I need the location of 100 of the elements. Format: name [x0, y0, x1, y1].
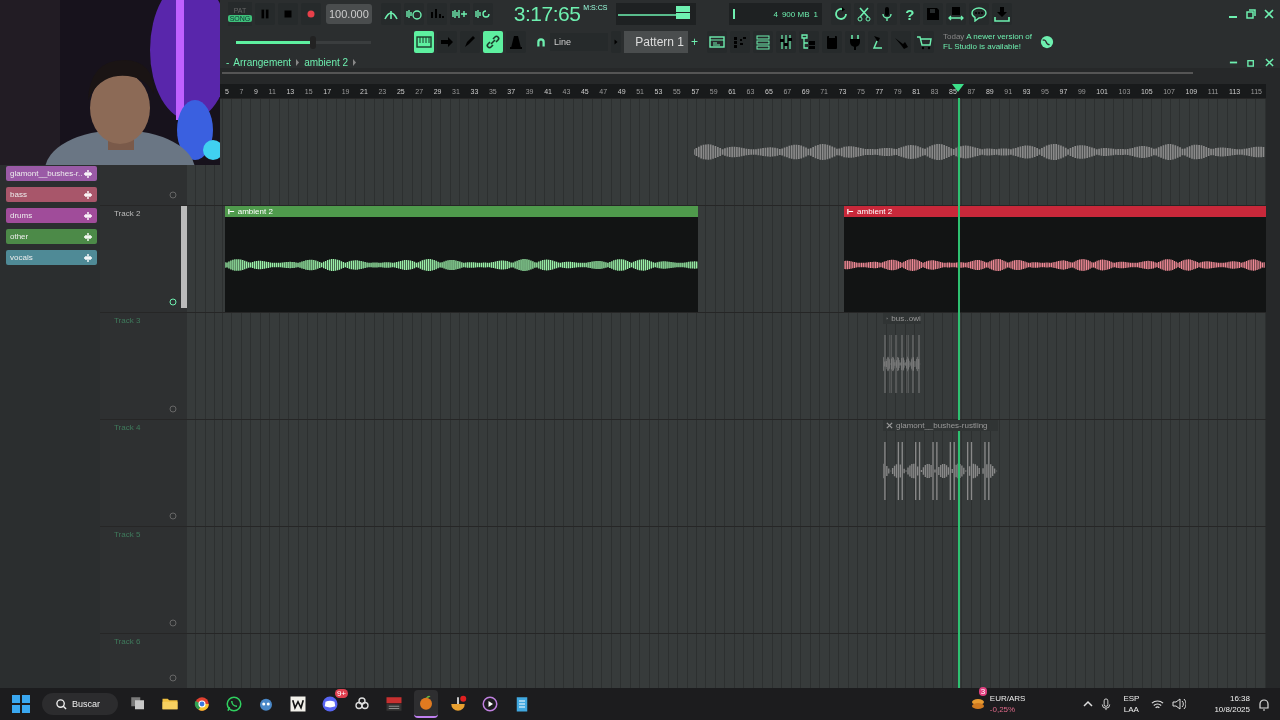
clip-waveform	[882, 334, 921, 394]
download-button[interactable]	[991, 3, 1012, 25]
window-dash: -	[226, 56, 230, 68]
news-message[interactable]: Today A newer version of FL Studio is available!	[943, 32, 1033, 52]
plug-button[interactable]	[845, 31, 865, 53]
track-button-icon[interactable]	[169, 405, 177, 413]
folder-tree-button[interactable]	[799, 31, 819, 53]
list-button[interactable]	[753, 31, 773, 53]
cart-button[interactable]	[914, 31, 934, 53]
song-time: 3:17:65	[513, 2, 581, 26]
download-icon	[993, 6, 1010, 22]
search-field[interactable]: Buscar	[42, 693, 118, 715]
keyboard-button[interactable]	[414, 31, 434, 53]
clock-time[interactable]: 16:38	[1229, 693, 1250, 704]
window-button[interactable]	[707, 31, 727, 53]
coins-icon[interactable]	[970, 696, 987, 712]
track-button-icon[interactable]	[169, 674, 177, 682]
magnet-icon	[535, 36, 547, 48]
chat-bubble-icon[interactable]	[225, 695, 243, 713]
waveform-plus-button[interactable]	[449, 3, 470, 25]
plug-icon	[847, 34, 863, 50]
language-indicator[interactable]: LAA	[1123, 704, 1139, 715]
mixer-panel-icon[interactable]	[385, 695, 403, 713]
link-icon	[485, 34, 501, 50]
mixer-icon	[778, 34, 794, 50]
track-lane[interactable]: ambient 2 ambient 2	[187, 205, 1266, 312]
close-icon[interactable]	[1265, 57, 1274, 67]
tempo-display[interactable]: 100.000	[326, 4, 372, 24]
microphone-button[interactable]	[876, 3, 897, 25]
track-name[interactable]: Track 2	[114, 209, 141, 218]
bowl-icon[interactable]	[449, 695, 467, 713]
clip-source-item[interactable]: vocals	[6, 250, 97, 265]
clip-menu-icon	[847, 208, 855, 215]
clip-header[interactable]: ambient 2	[844, 206, 1266, 217]
taskbar-app[interactable]	[414, 690, 438, 718]
restore-icon[interactable]	[1246, 9, 1256, 19]
chat-button[interactable]	[968, 3, 989, 25]
clip-label[interactable]: glamont__bushes-rustling	[882, 420, 999, 431]
record-button[interactable]	[301, 3, 321, 25]
restore-icon[interactable]	[1247, 57, 1256, 67]
track-lane[interactable]: glamont__bushes-rustling	[187, 419, 1266, 526]
currency-pair[interactable]: EUR/ARS	[989, 693, 1026, 704]
track-lane[interactable]	[187, 98, 1266, 205]
waveform-icon	[83, 231, 93, 242]
play-icon[interactable]	[481, 695, 499, 713]
ring-icon[interactable]	[193, 695, 211, 713]
clip-source-item[interactable]: glamont__bushes-r..	[6, 166, 97, 181]
floppy-arrows-icon	[947, 6, 964, 22]
gamepad-icon[interactable]	[321, 695, 339, 713]
breadcrumb-item[interactable]: Arrangement	[233, 56, 292, 68]
bell-icon[interactable]	[1258, 697, 1270, 711]
wifi-icon[interactable]	[1151, 698, 1165, 710]
list-icon	[755, 34, 771, 50]
chevron-icon	[295, 58, 301, 66]
close-icon[interactable]	[1264, 9, 1274, 19]
language-indicator[interactable]: ESP	[1123, 693, 1140, 704]
vertical-scrollbar[interactable]	[1266, 68, 1280, 688]
arch-button[interactable]	[380, 3, 401, 25]
window-icon	[709, 34, 725, 50]
chevron-up-icon[interactable]	[1083, 699, 1094, 709]
track-lane[interactable]	[187, 526, 1266, 633]
link-button[interactable]	[483, 31, 503, 53]
refresh-icon	[832, 6, 849, 22]
fruit-icon[interactable]	[417, 694, 435, 712]
start-icon[interactable]	[12, 695, 30, 713]
track-lane[interactable]: bus..owi	[187, 312, 1266, 419]
notification-badge: 3	[978, 687, 988, 696]
globe-icon[interactable]	[1040, 35, 1054, 49]
waveform-icon	[83, 168, 93, 179]
clock-date[interactable]: 10/8/2025	[1214, 704, 1250, 715]
snap-dropdown[interactable]: Line	[550, 33, 608, 51]
clipboard-icon	[824, 34, 840, 50]
clip-label[interactable]: bus..owi	[882, 313, 921, 324]
currency-change: -0,25%	[989, 704, 1017, 715]
track-button-icon[interactable]	[169, 512, 177, 520]
pen-icon	[462, 34, 478, 50]
waveform-icon	[83, 189, 93, 200]
track-button-icon[interactable]	[169, 191, 177, 199]
memory-value: 900 MB	[781, 9, 810, 19]
clip-source-item[interactable]: other	[6, 229, 97, 244]
waveform-clock-button[interactable]	[403, 3, 424, 25]
pattern-selector[interactable]: Pattern 1	[624, 31, 688, 53]
clip-header[interactable]: ambient 2	[224, 206, 699, 217]
scissors-button[interactable]	[853, 3, 874, 25]
add-pattern-button[interactable]: +	[691, 35, 698, 49]
zigzag-icon[interactable]	[289, 695, 307, 713]
mixer-button[interactable]	[776, 31, 796, 53]
help-button[interactable]: ?	[899, 3, 920, 25]
clip-source-item[interactable]: bass	[6, 187, 97, 202]
breadcrumb-item[interactable]: ambient 2	[304, 56, 349, 68]
track-button-icon[interactable]	[169, 619, 177, 627]
refresh-button[interactable]	[830, 3, 851, 25]
horizontal-scrollbar[interactable]	[222, 72, 1194, 74]
floppy-arrows-button[interactable]	[945, 3, 966, 25]
microphone-icon[interactable]	[1101, 697, 1112, 711]
waveform-loop-button[interactable]	[472, 3, 493, 25]
cart-icon	[916, 34, 932, 50]
clipboard-button[interactable]	[822, 31, 842, 53]
speaker-icon[interactable]	[1172, 698, 1187, 710]
clip-source-item[interactable]: drums	[6, 208, 97, 223]
